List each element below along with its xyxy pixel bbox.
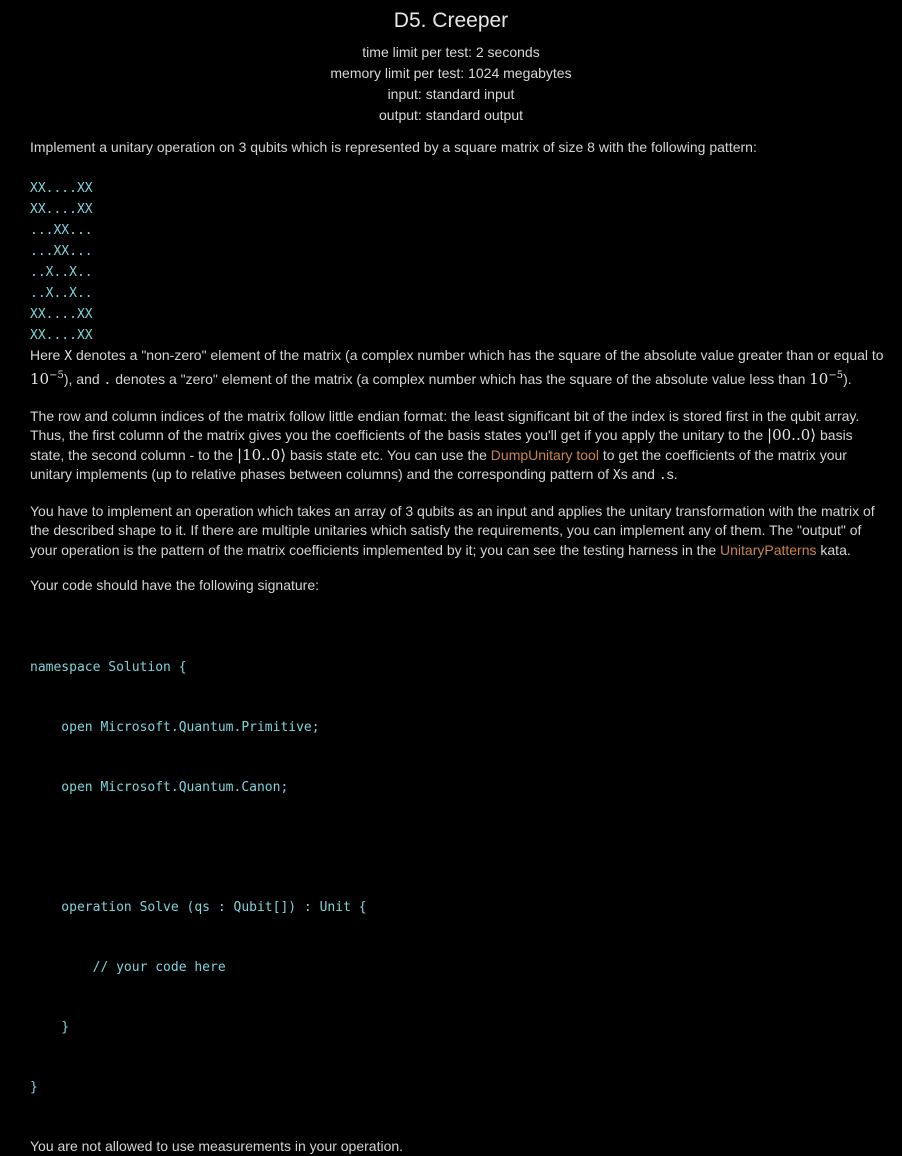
intro-paragraph: Implement a unitary operation on 3 qubit… [30,138,888,158]
memory-limit: memory limit per test: 1024 megabytes [0,63,902,84]
task-paragraph: You have to implement an operation which… [30,502,888,561]
input-spec: input: standard input [0,84,902,105]
pattern-row: ...XX... [30,220,888,241]
x-symbol: X [64,349,72,364]
ten-power-1: 10−5 [30,370,64,388]
definition-paragraph: Here X denotes a "non-zero" element of t… [30,346,888,391]
unitarypatterns-link[interactable]: UnitaryPatterns [720,542,816,558]
code-line [30,837,888,858]
ket-state-2: |10..0⟩ [237,446,286,464]
code-line: // your code here [30,957,888,978]
pattern-row: XX....XX [30,325,888,346]
xs-symbol: X [613,468,621,483]
code-line: } [30,1077,888,1098]
problem-title: D5. Creeper [0,8,902,34]
code-line: namespace Solution { [30,657,888,678]
signature-intro: Your code should have the following sign… [30,576,888,596]
dots-symbol: . [659,468,667,483]
dumpunitary-link[interactable]: DumpUnitary tool [491,447,599,463]
code-line: open Microsoft.Quantum.Canon; [30,777,888,798]
problem-header: D5. Creeper time limit per test: 2 secon… [0,0,902,126]
pattern-row: XX....XX [30,199,888,220]
problem-statement: Implement a unitary operation on 3 qubit… [30,138,888,1156]
indices-paragraph: The row and column indices of the matrix… [30,407,888,486]
pattern-row: ..X..X.. [30,283,888,304]
ket-state-1: |00..0⟩ [767,426,816,444]
ten-power-2: 10−5 [809,370,843,388]
pattern-row: XX....XX [30,304,888,325]
code-line: open Microsoft.Quantum.Primitive; [30,717,888,738]
time-limit: time limit per test: 2 seconds [0,42,902,63]
code-line: } [30,1017,888,1038]
output-spec: output: standard output [0,105,902,126]
footer-note: You are not allowed to use measurements … [30,1137,888,1156]
pattern-row: ...XX... [30,241,888,262]
code-signature: namespace Solution { open Microsoft.Quan… [30,618,888,1137]
code-line: operation Solve (qs : Qubit[]) : Unit { [30,897,888,918]
pattern-row: ..X..X.. [30,262,888,283]
pattern-row: XX....XX [30,178,888,199]
matrix-pattern: XX....XX XX....XX ...XX... ...XX... ..X.… [30,178,888,346]
